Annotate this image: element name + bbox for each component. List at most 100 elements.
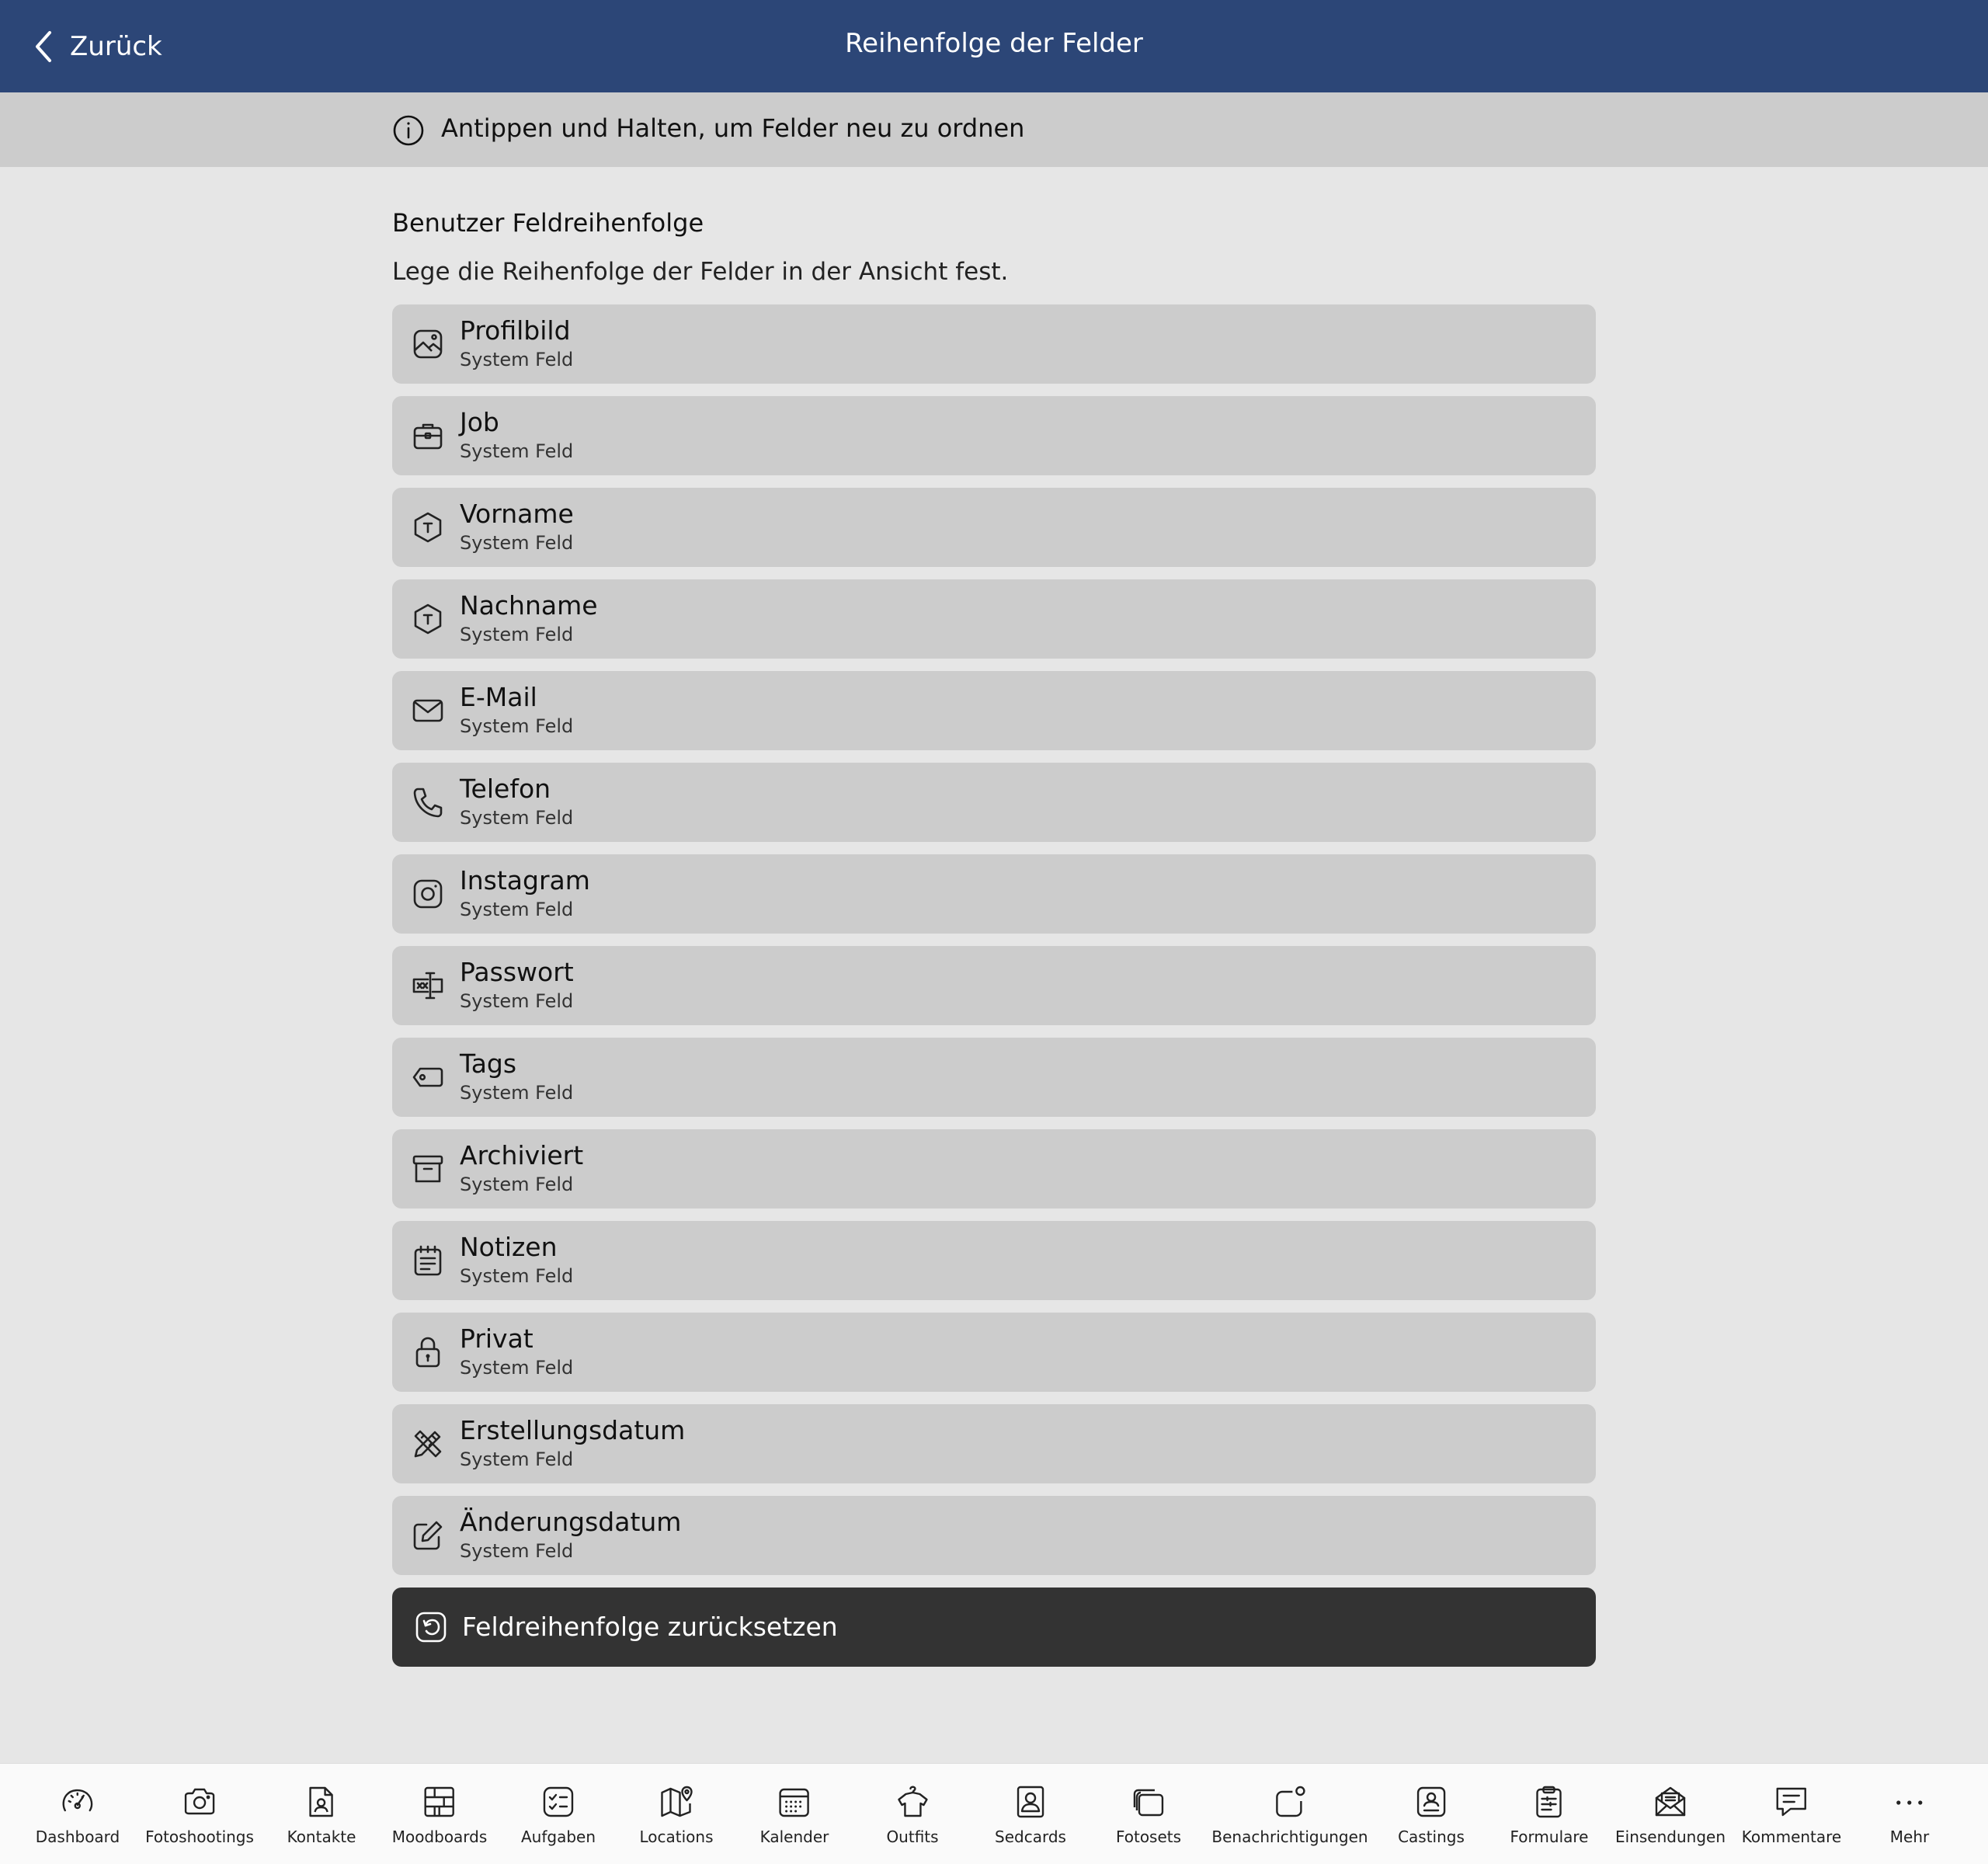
back-label: Zurück bbox=[70, 31, 162, 62]
tab-dashboard[interactable]: Dashboard bbox=[36, 1764, 120, 1864]
field-sublabel: System Feld bbox=[460, 715, 574, 737]
field-sublabel: System Feld bbox=[460, 624, 574, 645]
comment-icon bbox=[1774, 1784, 1809, 1820]
gauge-icon bbox=[60, 1784, 96, 1820]
field-row-tags[interactable]: Tags System Feld bbox=[392, 1038, 1596, 1117]
tab-label: Aufgaben bbox=[520, 1827, 596, 1846]
field-sublabel: System Feld bbox=[460, 1082, 574, 1104]
reset-icon bbox=[415, 1612, 447, 1643]
tab-label: Outfits bbox=[886, 1827, 939, 1846]
field-row-profilbild[interactable]: Profilbild System Feld bbox=[392, 304, 1596, 384]
section-title: Benutzer Feldreihenfolge bbox=[392, 208, 704, 238]
field-label: Notizen bbox=[460, 1232, 558, 1262]
tab-label: Fotosets bbox=[1115, 1827, 1182, 1846]
tab-label: Castings bbox=[1398, 1827, 1465, 1846]
field-sublabel: System Feld bbox=[460, 1265, 574, 1287]
lock-icon bbox=[411, 1335, 445, 1369]
field-row-passwort[interactable]: Passwort System Feld bbox=[392, 946, 1596, 1025]
field-row-job[interactable]: Job System Feld bbox=[392, 396, 1596, 475]
archive-icon bbox=[411, 1152, 445, 1186]
tab-label: Sedcards bbox=[995, 1827, 1066, 1846]
tab-mehr[interactable]: Mehr bbox=[1890, 1764, 1929, 1864]
tasks-icon bbox=[540, 1784, 576, 1820]
moodboard-icon bbox=[422, 1784, 457, 1820]
tab-castings[interactable]: Castings bbox=[1398, 1764, 1465, 1864]
field-sublabel: System Feld bbox=[460, 1540, 574, 1562]
field-row-vorname[interactable]: Vorname System Feld bbox=[392, 488, 1596, 567]
contact-file-icon bbox=[304, 1784, 339, 1820]
tab-outfits[interactable]: Outfits bbox=[886, 1764, 939, 1864]
field-sublabel: System Feld bbox=[460, 1357, 574, 1379]
tab-kontakte[interactable]: Kontakte bbox=[287, 1764, 356, 1864]
tab-fotoshootings[interactable]: Fotoshootings bbox=[145, 1764, 254, 1864]
field-row-email[interactable]: E-Mail System Feld bbox=[392, 671, 1596, 750]
field-row-aenderungsdatum[interactable]: Änderungsdatum System Feld bbox=[392, 1496, 1596, 1575]
mail-icon bbox=[411, 694, 445, 728]
field-label: Tags bbox=[460, 1048, 517, 1079]
notes-icon bbox=[411, 1243, 445, 1278]
tab-label: Kalender bbox=[759, 1827, 829, 1846]
field-sublabel: System Feld bbox=[460, 990, 574, 1012]
tab-label: Kommentare bbox=[1741, 1827, 1842, 1846]
photo-stack-icon bbox=[1131, 1784, 1166, 1820]
tab-label: Dashboard bbox=[35, 1827, 120, 1846]
casting-icon bbox=[1413, 1784, 1449, 1820]
field-row-nachname[interactable]: Nachname System Feld bbox=[392, 579, 1596, 659]
field-label: Telefon bbox=[460, 774, 551, 804]
field-sublabel: System Feld bbox=[460, 440, 574, 462]
bottom-tab-bar: Dashboard Fotoshootings Kontakte Moodboa… bbox=[0, 1763, 1988, 1864]
map-icon bbox=[659, 1784, 694, 1820]
back-button[interactable]: Zurück bbox=[31, 25, 162, 68]
tab-formulare[interactable]: Formulare bbox=[1510, 1764, 1588, 1864]
field-list: Profilbild System Feld Job System Feld V… bbox=[392, 304, 1596, 1588]
field-label: Vorname bbox=[460, 499, 574, 529]
briefcase-icon bbox=[411, 419, 445, 453]
field-row-privat[interactable]: Privat System Feld bbox=[392, 1313, 1596, 1392]
field-label: Archiviert bbox=[460, 1140, 584, 1170]
field-label: E-Mail bbox=[460, 682, 537, 712]
tab-kommentare[interactable]: Kommentare bbox=[1741, 1764, 1842, 1864]
tab-benachrichtigungen[interactable]: Benachrichtigungen bbox=[1211, 1764, 1368, 1864]
tab-fotosets[interactable]: Fotosets bbox=[1116, 1764, 1181, 1864]
field-label: Job bbox=[460, 407, 499, 437]
pencil-ruler-icon bbox=[411, 1427, 445, 1461]
clipboard-icon bbox=[1531, 1784, 1567, 1820]
tab-label: Kontakte bbox=[287, 1827, 356, 1846]
phone-icon bbox=[411, 785, 445, 819]
page-title: Reihenfolge der Felder bbox=[845, 28, 1143, 59]
field-label: Profilbild bbox=[460, 315, 571, 346]
calendar-icon bbox=[777, 1784, 812, 1820]
tab-kalender[interactable]: Kalender bbox=[760, 1764, 829, 1864]
text-hexagon-icon bbox=[411, 602, 445, 636]
field-row-instagram[interactable]: Instagram System Feld bbox=[392, 854, 1596, 934]
field-row-erstellungsdatum[interactable]: Erstellungsdatum System Feld bbox=[392, 1404, 1596, 1483]
tab-label: Fotoshootings bbox=[145, 1827, 254, 1846]
field-row-telefon[interactable]: Telefon System Feld bbox=[392, 763, 1596, 842]
section-description: Lege die Reihenfolge der Felder in der A… bbox=[392, 258, 1009, 286]
tab-sedcards[interactable]: Sedcards bbox=[995, 1764, 1066, 1864]
hint-text: Antippen und Halten, um Felder neu zu or… bbox=[441, 113, 1025, 143]
field-label: Instagram bbox=[460, 865, 590, 895]
tab-moodboards[interactable]: Moodboards bbox=[392, 1764, 487, 1864]
field-label: Erstellungsdatum bbox=[460, 1415, 686, 1445]
tab-einsendungen[interactable]: Einsendungen bbox=[1615, 1764, 1726, 1864]
field-label: Änderungsdatum bbox=[460, 1507, 682, 1537]
field-row-notizen[interactable]: Notizen System Feld bbox=[392, 1221, 1596, 1300]
tab-label: Einsendungen bbox=[1615, 1827, 1726, 1846]
hanger-icon bbox=[895, 1784, 930, 1820]
field-sublabel: System Feld bbox=[460, 532, 574, 554]
edit-icon bbox=[411, 1518, 445, 1553]
tab-label: Mehr bbox=[1889, 1827, 1930, 1846]
reset-order-button[interactable]: Feldreihenfolge zurücksetzen bbox=[392, 1588, 1596, 1667]
field-row-archiviert[interactable]: Archiviert System Feld bbox=[392, 1129, 1596, 1208]
open-mail-icon bbox=[1653, 1784, 1688, 1820]
password-icon bbox=[411, 969, 445, 1003]
chevron-left-icon bbox=[36, 31, 51, 62]
tab-label: Locations bbox=[639, 1827, 714, 1846]
tab-aufgaben[interactable]: Aufgaben bbox=[521, 1764, 596, 1864]
portrait-card-icon bbox=[1013, 1784, 1048, 1820]
field-label: Nachname bbox=[460, 590, 598, 621]
tab-locations[interactable]: Locations bbox=[639, 1764, 714, 1864]
field-sublabel: System Feld bbox=[460, 1448, 574, 1470]
text-hexagon-icon bbox=[411, 510, 445, 544]
